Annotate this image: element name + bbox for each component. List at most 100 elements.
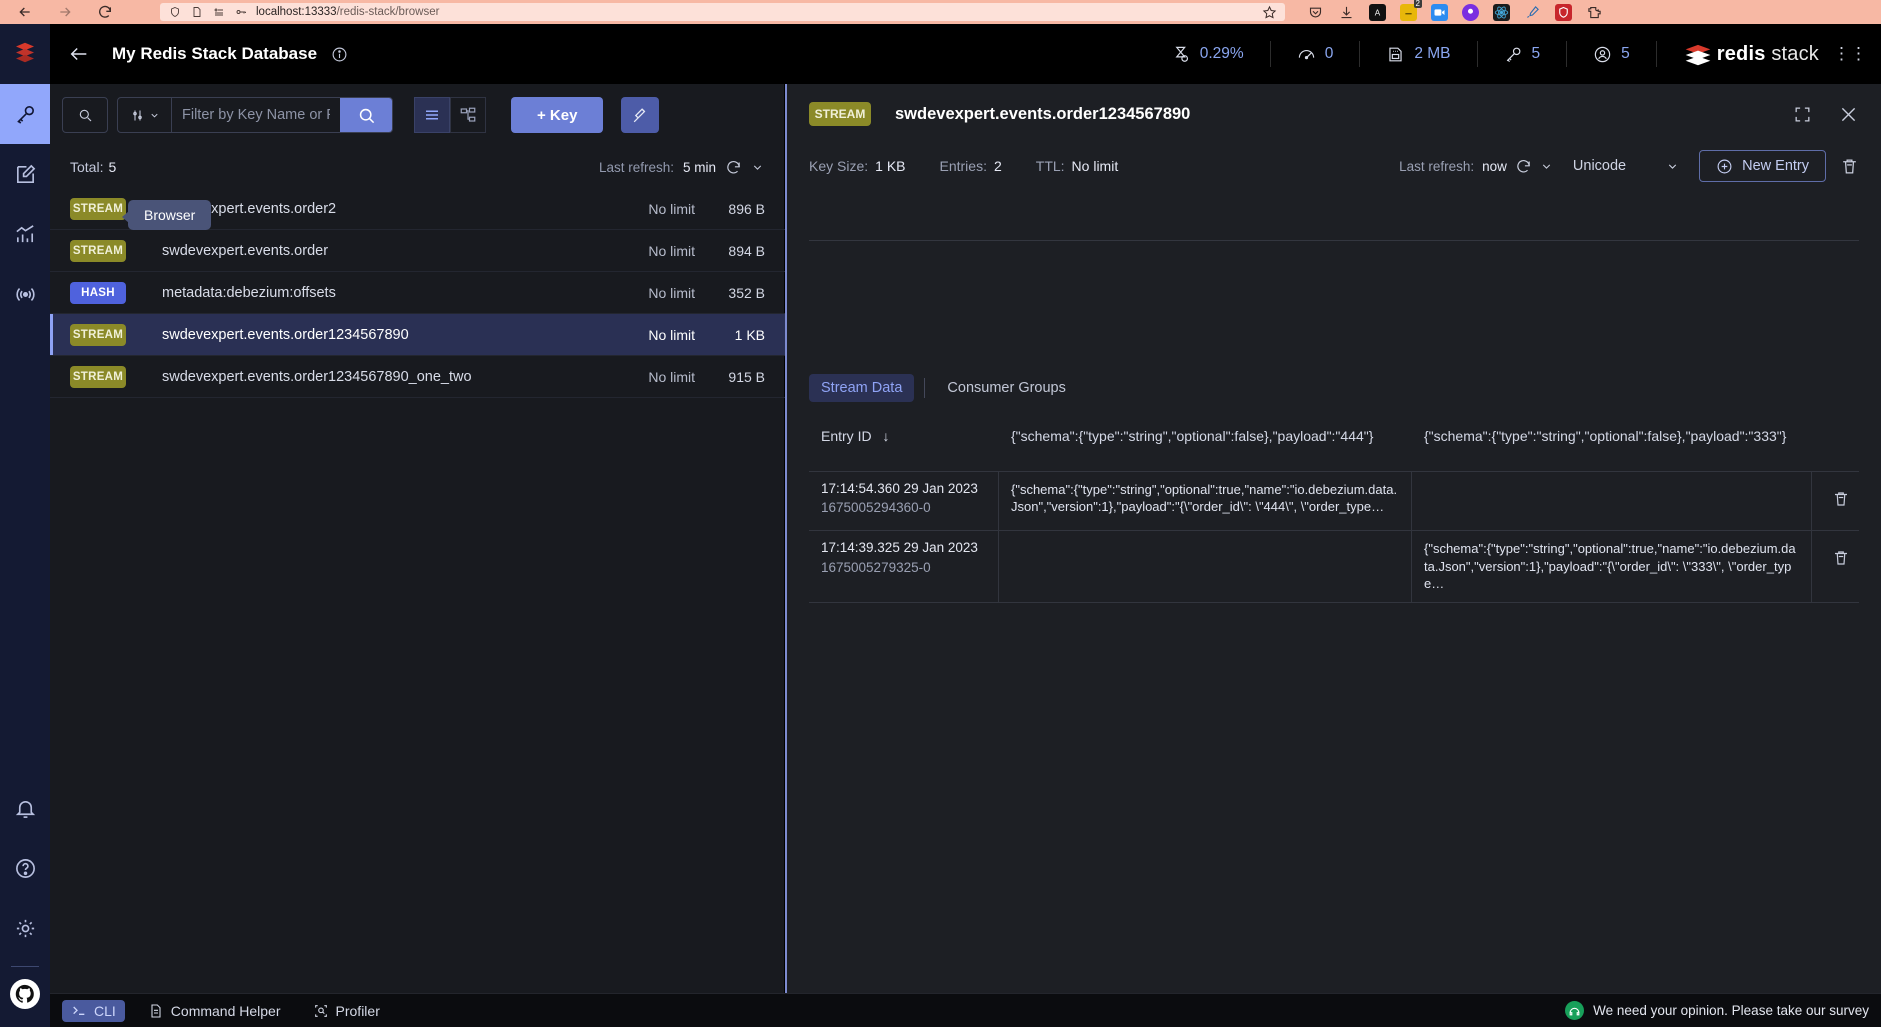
keys-refresh-area: Last refresh: 5 min: [599, 159, 764, 176]
info-icon[interactable]: [331, 46, 348, 63]
key-type-badge: HASH: [70, 281, 126, 304]
rail-bottom-group: [0, 778, 50, 1027]
github-icon[interactable]: [10, 979, 40, 1009]
key-list-item[interactable]: STREAM swdevexpert.events.order1234567890…: [50, 356, 785, 398]
tree-view-button[interactable]: [450, 97, 486, 133]
metric-clients-value: 5: [1621, 45, 1630, 62]
metric-keys-value: 5: [1531, 45, 1541, 62]
refresh-icon[interactable]: [1515, 158, 1532, 175]
sidebar-item-analysis-tools[interactable]: [0, 204, 50, 264]
key-size: 915 B: [728, 368, 765, 385]
redis-stack-mark-icon: [1683, 43, 1711, 66]
filter-type-dropdown[interactable]: [118, 98, 172, 132]
refresh-options-chevron-down-icon[interactable]: [751, 161, 764, 174]
tab-consumer-groups[interactable]: Consumer Groups: [935, 374, 1077, 402]
key-icon: [1504, 45, 1523, 64]
sidebar-item-workbench[interactable]: [0, 144, 50, 204]
entry-field-1-cell: {"schema":{"type":"string","optional":tr…: [999, 471, 1412, 531]
entry-timestamp: 17:14:39.325 29 Jan 2023: [821, 540, 978, 556]
entry-field-2-cell: {"schema":{"type":"string","optional":tr…: [1412, 531, 1812, 603]
tab-divider: [924, 378, 926, 398]
forward-icon[interactable]: [56, 3, 74, 21]
chevron-down-icon: [1666, 160, 1679, 173]
key-list-item[interactable]: STREAM swdevexpert.events.order No limit 89…: [50, 230, 785, 272]
pocket-icon[interactable]: [1307, 4, 1324, 21]
sidebar-item-help[interactable]: [0, 838, 50, 898]
metric-cpu[interactable]: 0.29%: [1146, 45, 1270, 64]
command-helper-button[interactable]: Command Helper: [139, 1000, 290, 1022]
sidebar-item-settings[interactable]: [0, 898, 50, 958]
metric-commands-per-sec[interactable]: 0: [1271, 45, 1360, 64]
bookmark-star-icon[interactable]: [1262, 5, 1277, 20]
entry-id-raw: 1675005279325-0: [821, 560, 931, 576]
sidebar-item-notifications[interactable]: [0, 778, 50, 838]
survey-text: We need your opinion. Please take our su…: [1593, 1003, 1869, 1018]
metric-connected-clients[interactable]: 5: [1567, 45, 1656, 64]
column-header-entry-id-label: Entry ID: [821, 428, 872, 444]
fullscreen-icon[interactable]: [1793, 105, 1812, 124]
key-details-header-actions: [1793, 104, 1859, 125]
download-icon[interactable]: [1338, 4, 1355, 21]
close-icon[interactable]: [1838, 104, 1859, 125]
refresh-options-chevron-down-icon[interactable]: [1540, 160, 1553, 173]
ttl-value[interactable]: No limit: [1072, 158, 1119, 174]
key-list-item[interactable]: HASH metadata:debezium:offsets No limit 352…: [50, 272, 785, 314]
bulk-actions-button[interactable]: [621, 97, 660, 133]
keys-panel: + Key Total: 5 Last refresh: 5 min: [50, 84, 785, 1027]
key-ttl: No limit: [648, 284, 695, 301]
refresh-icon[interactable]: [725, 159, 742, 176]
survey-banner[interactable]: We need your opinion. Please take our su…: [1565, 1001, 1869, 1020]
cli-button[interactable]: CLI: [62, 999, 125, 1022]
stream-entry-row: 17:14:54.360 29 Jan 2023 1675005294360-0 {…: [809, 470, 1859, 532]
search-icon[interactable]: [340, 98, 392, 132]
metric-keys[interactable]: 5: [1478, 45, 1567, 64]
list-view-button[interactable]: [414, 97, 450, 133]
scan-more-button[interactable]: [62, 97, 108, 133]
keys-list[interactable]: STREAM swdevexpert.events.order2 No limit 8…: [50, 188, 785, 987]
key-list-item[interactable]: STREAM swdevexpert.events.order1234567890…: [50, 314, 785, 356]
address-bar[interactable]: localhost:13333/redis-stack/browser: [160, 3, 1285, 21]
browser-tooltip: Browser: [121, 200, 212, 230]
keys-summary: Total: 5 Last refresh: 5 min: [50, 146, 784, 188]
column-header-entry-id[interactable]: Entry ID ↓: [809, 428, 999, 455]
react-devtools-icon[interactable]: [1493, 3, 1510, 21]
entry-field-2-value: {"schema":{"type":"string","optional":tr…: [1424, 541, 1796, 592]
reload-icon[interactable]: [96, 3, 114, 21]
tab-stream-data[interactable]: Stream Data: [809, 374, 915, 402]
add-key-button[interactable]: + Key: [511, 97, 604, 133]
delete-entry-icon[interactable]: [1824, 540, 1858, 581]
browser-nav-buttons: [8, 3, 130, 21]
search-input[interactable]: [172, 98, 340, 132]
url-host: localhost:13333: [256, 6, 337, 18]
redis-logo-icon: [0, 24, 50, 84]
add-new-entry-button[interactable]: New Entry: [1699, 150, 1826, 182]
key-ttl: No limit: [648, 200, 695, 217]
page-icon: [190, 6, 203, 19]
survey-icon: [1565, 1001, 1585, 1020]
key-name: swdevexpert.events.order: [162, 242, 329, 259]
key-filter: [117, 97, 393, 133]
back-icon[interactable]: [16, 3, 34, 21]
puzzle-extensions-icon[interactable]: [1586, 4, 1603, 21]
color-picker-icon[interactable]: [1524, 4, 1541, 21]
page-title: My Redis Stack Database: [112, 44, 318, 63]
shield-security-icon[interactable]: [1555, 3, 1572, 21]
sidebar-item-browser[interactable]: [0, 84, 50, 144]
notes-extension-icon[interactable]: 2: [1400, 0, 1422, 21]
key-size: 894 B: [728, 242, 765, 259]
profiler-button[interactable]: Profiler: [304, 1000, 389, 1022]
metric-cpu-value: 0.29%: [1199, 45, 1244, 62]
sidebar-item-pub-sub[interactable]: [0, 264, 50, 324]
delete-key-icon[interactable]: [1840, 157, 1859, 176]
ghost-extension-icon[interactable]: [1462, 3, 1479, 21]
encoding-dropdown[interactable]: Unicode: [1567, 158, 1685, 174]
header-overflow-menu-icon[interactable]: ⋮⋮: [1833, 44, 1867, 64]
metric-memory[interactable]: 2 MB: [1360, 45, 1476, 64]
adblock-icon[interactable]: A: [1369, 3, 1386, 21]
back-to-databases-icon[interactable]: [68, 43, 90, 65]
video-camera-icon[interactable]: [1431, 3, 1448, 21]
key-type-badge: STREAM: [809, 102, 871, 126]
key-type-badge: STREAM: [70, 323, 126, 346]
key-details-controls: Last refresh: now Unicode New Entry: [1399, 150, 1859, 182]
delete-entry-icon[interactable]: [1824, 481, 1858, 522]
